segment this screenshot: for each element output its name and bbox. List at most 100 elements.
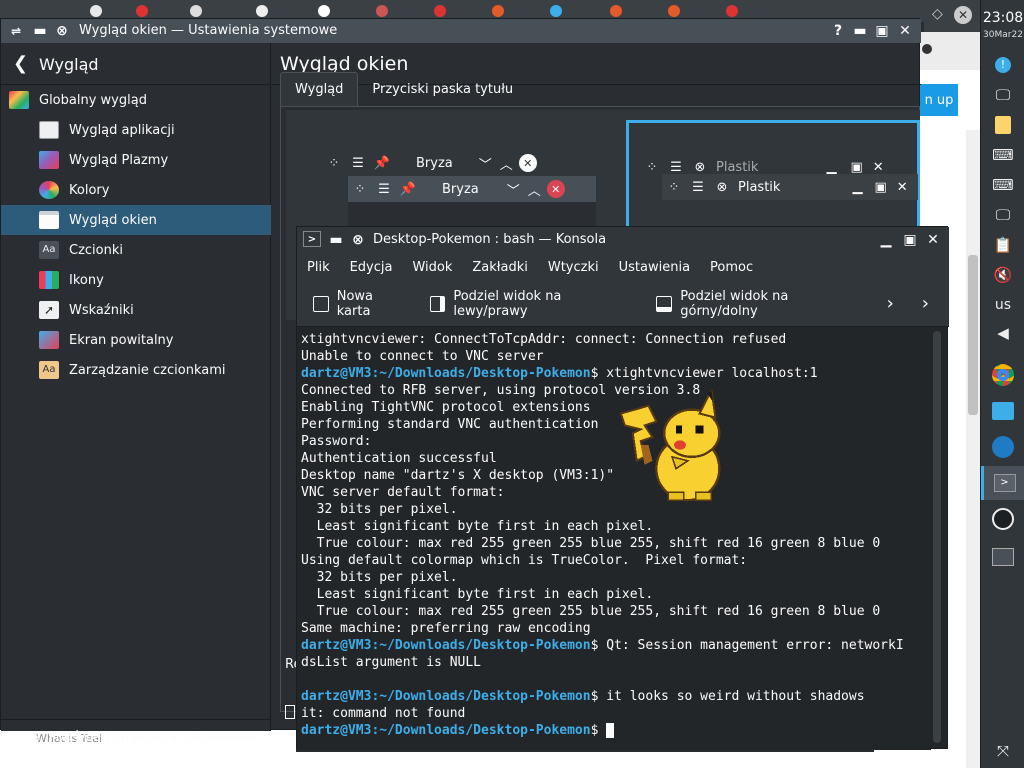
tab-titlebar-buttons[interactable]: Przyciski paska tytułu [358, 72, 527, 106]
plastik-preview-front[interactable]: ⁘ ☰ ⊗ Plastik ▁ ▣ ✕ [662, 174, 918, 200]
panel-config-icon[interactable]: ⤧ [991, 740, 1015, 762]
keyboard-icon[interactable]: ⌨ [991, 144, 1015, 166]
sidebar-item-colors[interactable]: Kolory [1, 175, 271, 205]
sidebar-item-label: Kolory [69, 182, 110, 198]
close-icon: ✕ [896, 179, 908, 195]
pikachu-sprite[interactable] [620, 390, 736, 508]
sidebar-item-plasma-style[interactable]: Wygląd Plazmy [1, 145, 271, 175]
pin-icon[interactable]: ⊗ [53, 22, 71, 40]
user-icon[interactable] [922, 44, 932, 54]
task-settings[interactable] [981, 502, 1024, 536]
split-top-bottom-button[interactable]: Podziel widok na górny/dolny [656, 289, 866, 319]
browser-scroll-thumb[interactable] [968, 255, 978, 415]
task-files[interactable] [981, 394, 1024, 428]
browser-scrollbar[interactable] [966, 130, 980, 768]
notes-icon[interactable] [991, 114, 1015, 136]
terminal-line: Desktop name "dartz's X desktop (VM3:1)" [301, 468, 615, 483]
close-icon[interactable]: ✕ [896, 22, 914, 40]
display-icon[interactable]: 🖵 [991, 84, 1015, 106]
browser-tab[interactable] [610, 4, 662, 18]
minimize-icon[interactable]: ▬ [851, 22, 869, 40]
browser-tab[interactable] [376, 4, 428, 18]
preview-title: Plastik [738, 179, 781, 195]
diamond-icon[interactable]: ◇ [932, 6, 943, 22]
terminal-line: dartz@VM3:~/Downloads/Desktop-Pokemon$ x… [301, 365, 931, 382]
breeze-preview-front[interactable]: ⁘ ☰ 📌 Bryza ﹀ ︿ ✕ [348, 176, 596, 202]
browser-tab[interactable] [492, 4, 544, 18]
menu-file[interactable]: Plik [307, 260, 330, 275]
preview-title: Plastik [716, 159, 759, 175]
update-icon[interactable]: ! [991, 54, 1015, 76]
task-system[interactable] [981, 540, 1024, 574]
browser-tab[interactable] [90, 4, 142, 18]
clipboard-icon[interactable]: 📋 [991, 234, 1015, 256]
terminal-line: VNC server default format: [301, 485, 505, 500]
task-chrome[interactable] [981, 358, 1024, 392]
hamburger-icon: ☰ [692, 179, 704, 195]
help-icon[interactable]: ? [829, 22, 847, 40]
konsole-titlebar[interactable]: > ▬ ⊗ Desktop-Pokemon : bash — Konsola ▁… [297, 227, 949, 253]
window-decorations-icon [39, 211, 59, 229]
sidebar-item-cursors[interactable]: ➚ Wskaźniki [1, 295, 271, 325]
browser-tab[interactable] [256, 4, 308, 18]
close-icon[interactable]: ✕ [954, 6, 972, 24]
volume-muted-icon[interactable]: 🔇 [991, 264, 1015, 286]
menu-bookmarks[interactable]: Zakładki [472, 260, 527, 275]
sidebar-item-splash-screen[interactable]: Ekran powitalny [1, 325, 271, 355]
settings-titlebar[interactable]: ⇌ ▬ ⊗ Wygląd okien — Ustawienia systemow… [1, 19, 921, 43]
breeze-preview-back[interactable]: ⁘ ☰ 📌 Bryza ﹀ ︿ ✕ [322, 150, 568, 176]
menu-edit[interactable]: Edycja [350, 260, 393, 275]
expand-tray-icon[interactable]: ◀ [991, 322, 1015, 344]
sidebar-item-font-management[interactable]: Aa Zarządzanie czcionkami [1, 355, 271, 385]
browser-tab[interactable] [434, 4, 486, 18]
menu-icon[interactable]: ⇌ [7, 22, 25, 40]
browser-tab[interactable] [318, 4, 370, 18]
back-icon[interactable]: ❮ [13, 53, 28, 74]
terminal-output[interactable]: xtightvncviewer: ConnectToTcpAddr: conne… [297, 327, 931, 750]
terminal-line: 32 bits per pixel. [301, 570, 458, 585]
sidebar-item-app-style[interactable]: Wygląd aplikacji [1, 115, 271, 145]
minimize-icon[interactable]: ▁ [877, 231, 895, 249]
menu-view[interactable]: Widok [412, 260, 452, 275]
sidebar-item-icons[interactable]: Ikony [1, 265, 271, 295]
minimize-icon[interactable]: ▬ [31, 22, 49, 40]
maximize-icon[interactable]: ▣ [901, 231, 919, 249]
keyboard-icon[interactable]: ⌨ [991, 174, 1015, 196]
partial-button[interactable] [285, 705, 295, 719]
terminal-icon[interactable]: > [303, 231, 321, 247]
chevron-right-icon[interactable]: › [922, 293, 929, 314]
task-browser[interactable] [981, 430, 1024, 464]
split-horizontal-icon [656, 295, 673, 312]
sidebar-item-global-theme[interactable]: Globalny wygląd [1, 85, 271, 115]
toolbar-overflow-icon[interactable]: › [887, 293, 894, 314]
monitor-icon[interactable]: 🖵 [991, 204, 1015, 226]
task-konsole[interactable]: > [981, 466, 1024, 500]
sidebar-item-window-decorations[interactable]: Wygląd okien [1, 205, 271, 235]
sidebar-item-fonts[interactable]: Aa Czcionki [1, 235, 271, 265]
clock-time[interactable]: 23:08 [981, 10, 1024, 26]
minimize-icon[interactable]: ▬ [327, 231, 345, 249]
browser-tab[interactable] [190, 4, 242, 18]
highlight-icon: ✎ [29, 729, 41, 746]
tab-theme[interactable]: Wygląd [280, 72, 359, 106]
menu-plugins[interactable]: Wtyczki [548, 260, 599, 275]
browser-tab[interactable] [668, 4, 720, 18]
prompt-dollar: $ [590, 689, 607, 704]
browser-tab[interactable] [136, 4, 188, 18]
signup-button[interactable]: n up [920, 84, 958, 116]
highlight-changed-button[interactable]: ✎ Podświetl zmienione ustawienia [1, 719, 271, 755]
menu-help[interactable]: Pomoc [710, 260, 753, 275]
pin-icon[interactable]: ⊗ [349, 231, 367, 249]
split-left-right-button[interactable]: Podziel widok na lewy/prawy [429, 289, 637, 319]
app-style-icon [39, 121, 59, 139]
terminal-scrollbar[interactable] [933, 331, 941, 743]
close-icon[interactable]: ✕ [924, 231, 942, 249]
terminal-line: Enabling TightVNC protocol extensions [301, 400, 591, 415]
new-tab-button[interactable]: Nowa karta [313, 289, 410, 319]
menu-settings[interactable]: Ustawienia [619, 260, 690, 275]
highlight-changed-label: Podświetl zmienione ustawienia [48, 730, 256, 745]
maximize-icon[interactable]: ▣ [873, 22, 891, 40]
keyboard-layout[interactable]: us [991, 294, 1015, 316]
browser-tab[interactable] [726, 4, 778, 18]
browser-tab[interactable] [550, 4, 602, 18]
